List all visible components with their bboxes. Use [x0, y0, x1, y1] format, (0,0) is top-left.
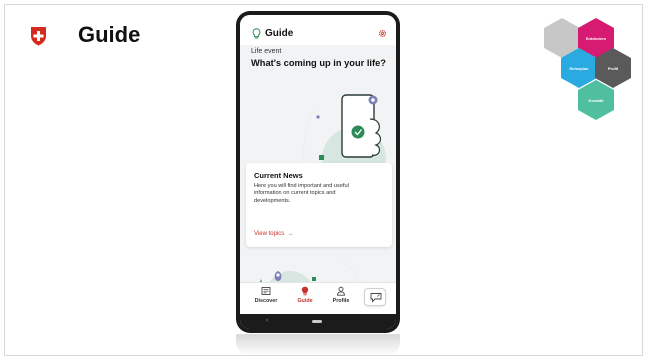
nav-label-discover: Discover	[254, 298, 278, 304]
app-header: Guide	[240, 15, 396, 45]
home-button[interactable]	[312, 320, 322, 323]
feedback-button[interactable]	[364, 288, 386, 306]
hex-label: Reiseplan	[569, 65, 589, 71]
newspaper-icon	[261, 287, 271, 295]
nav-item-guide[interactable]: Guide	[288, 286, 322, 304]
lightbulb-icon	[252, 28, 261, 39]
phone-reflection	[236, 334, 400, 356]
nav-label-profile: Profile	[332, 298, 350, 304]
hex-label: Profil	[607, 65, 619, 71]
nav-label-guide: Guide	[297, 298, 313, 304]
system-nav-bar: ‹	[240, 314, 396, 329]
phone-frame: Guide Life event What's coming up in you…	[236, 11, 400, 333]
view-topics-link[interactable]: View topics →	[254, 231, 293, 237]
back-button[interactable]: ‹	[266, 317, 268, 324]
headline: What's coming up in your life?	[251, 58, 386, 68]
nav-item-profile[interactable]: Profile	[324, 286, 358, 304]
person-icon	[337, 286, 345, 296]
arrow-right-icon: →	[287, 231, 294, 237]
feedback-icon	[370, 293, 382, 303]
hex-label: Kontakt	[588, 97, 604, 103]
lightbulb-icon	[301, 286, 309, 296]
news-card-title: Current News	[254, 171, 303, 180]
app-screen: Guide Life event What's coming up in you…	[240, 15, 396, 329]
nav-item-discover[interactable]: Discover	[249, 286, 283, 304]
swiss-cross-logo	[31, 27, 46, 46]
slide-title: Guide	[78, 22, 141, 47]
section-label: Life event	[251, 48, 282, 55]
bottom-nav: Discover Guide Profile	[240, 282, 396, 314]
news-card-text: Here you will find important and useful …	[254, 183, 349, 204]
gear-icon[interactable]	[378, 29, 387, 38]
news-card[interactable]: Current News Here you will find importan…	[246, 163, 392, 247]
view-topics-label: View topics	[254, 231, 285, 237]
hex-label: Entdecken	[585, 35, 607, 41]
app-title: Guide	[265, 28, 294, 39]
